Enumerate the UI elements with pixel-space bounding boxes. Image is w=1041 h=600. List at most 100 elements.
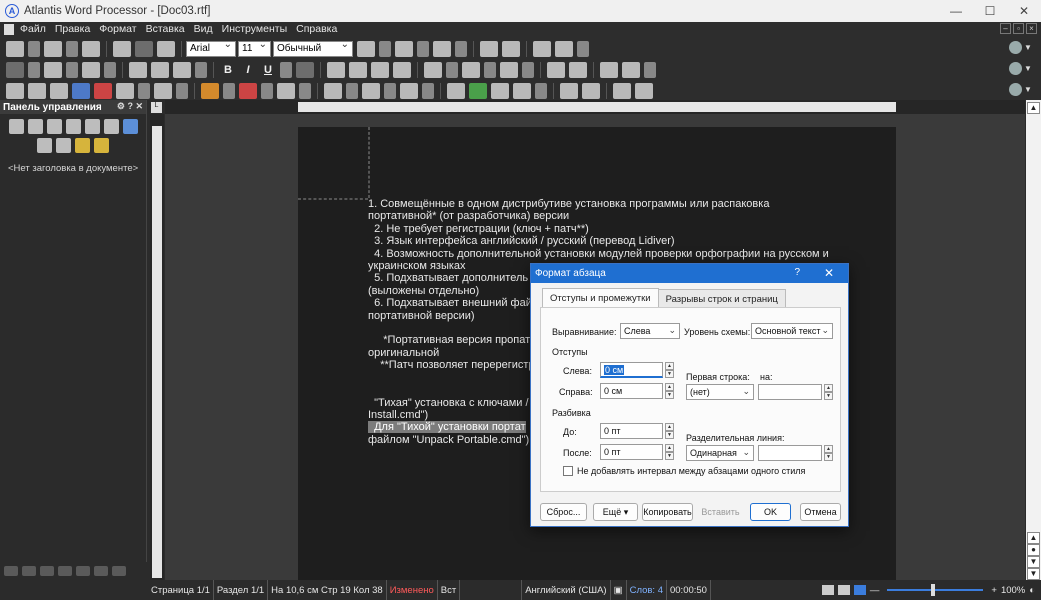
email-icon[interactable] <box>82 61 100 78</box>
dropdown-arrow-icon[interactable] <box>346 82 358 99</box>
multilevel-list-icon[interactable] <box>400 82 418 99</box>
page-layout-view-icon[interactable] <box>853 585 866 595</box>
page-layout-icon[interactable] <box>547 61 565 78</box>
line-spacing-select[interactable]: Одинарная ⌄ <box>686 445 754 461</box>
scroll-up-icon[interactable]: ▲ <box>1027 102 1040 114</box>
spin-down-icon[interactable]: ▼ <box>824 392 833 400</box>
contrast-icon[interactable]: ◐ <box>1029 585 1035 596</box>
line-spacing-at-stepper[interactable]: ▲ ▼ <box>824 445 833 461</box>
left-indent-stepper[interactable]: ▲ ▼ <box>665 362 674 378</box>
favorites-star-icon[interactable] <box>6 61 24 78</box>
hyphenation-icon[interactable] <box>600 61 618 78</box>
control-panel-controls[interactable]: ⚙ ? ✕ <box>117 101 143 112</box>
autocorrect-icon[interactable] <box>555 40 573 57</box>
dropdown-arrow-icon[interactable]: ▼ <box>1024 64 1032 73</box>
grid-icon[interactable] <box>513 82 531 99</box>
dropdown-arrow-icon[interactable] <box>455 40 467 57</box>
text-lines-icon[interactable] <box>37 138 52 153</box>
dropdown-arrow-icon[interactable] <box>66 40 78 57</box>
open-folder-icon[interactable] <box>44 40 62 57</box>
first-line-by-field[interactable]: ▲ ▼ <box>758 384 833 400</box>
align-left-icon[interactable] <box>327 61 345 78</box>
underline-button[interactable]: U <box>260 64 276 76</box>
zoom-level[interactable]: 100% <box>1001 585 1025 596</box>
normal-view-icon[interactable] <box>821 585 834 595</box>
spin-down-icon[interactable]: ▼ <box>665 452 674 460</box>
paragraph-mark-icon[interactable] <box>84 119 100 134</box>
demote-icon[interactable] <box>58 566 72 576</box>
spellcheck-icon[interactable] <box>533 40 551 57</box>
font-name-select[interactable]: Arial <box>186 39 236 57</box>
menu-file[interactable]: Файл <box>20 23 46 35</box>
first-line-select[interactable]: (нет) ⌄ <box>686 384 754 400</box>
align-center-icon[interactable] <box>349 61 367 78</box>
page-thumbnails-icon[interactable] <box>65 119 81 134</box>
column-break-icon[interactable] <box>582 82 600 99</box>
list-view-icon[interactable] <box>103 119 119 134</box>
help-circle-icon[interactable] <box>1009 40 1022 54</box>
strikethrough-icon[interactable] <box>296 61 314 78</box>
spellcheck-status-icon[interactable]: ▣ <box>611 580 627 600</box>
dialog-close-button[interactable]: ✕ <box>824 266 834 280</box>
back-arrow-icon[interactable] <box>4 566 18 576</box>
dropdown-arrow-icon[interactable] <box>138 82 150 99</box>
books-icon[interactable] <box>94 138 109 153</box>
menu-view[interactable]: Вид <box>194 23 213 35</box>
line-spacing-icon[interactable] <box>154 82 172 99</box>
select-browse-object-icon[interactable]: ● <box>1027 544 1040 556</box>
right-indent-field[interactable]: 0 см ▲ ▼ <box>600 383 674 399</box>
document-icon[interactable] <box>4 23 14 35</box>
settings-gear-icon[interactable] <box>1009 61 1022 75</box>
web-icon[interactable] <box>72 82 90 99</box>
checkbox-box[interactable] <box>563 466 573 476</box>
undo-icon[interactable] <box>113 40 131 57</box>
dropdown-arrow-icon[interactable] <box>379 40 391 57</box>
align-justify-icon[interactable] <box>393 61 411 78</box>
spin-up-icon[interactable]: ▲ <box>665 444 674 452</box>
print-preview-icon[interactable] <box>28 82 46 99</box>
horizontal-ruler[interactable] <box>165 100 1025 114</box>
ok-button[interactable]: OK <box>750 503 791 521</box>
eraser-icon[interactable] <box>94 82 112 99</box>
upload-icon[interactable] <box>613 82 631 99</box>
dropdown-arrow-icon[interactable] <box>522 61 534 78</box>
zoom-in-icon[interactable] <box>122 119 138 134</box>
no-space-same-style-checkbox[interactable]: Не добавлять интервал между абзацами одн… <box>563 466 805 476</box>
forward-arrow-icon[interactable] <box>22 566 36 576</box>
shading-icon[interactable] <box>500 61 518 78</box>
outline-icon[interactable] <box>112 566 126 576</box>
dropdown-arrow-icon[interactable] <box>577 40 589 57</box>
superscript-icon[interactable] <box>447 82 465 99</box>
spin-up-icon[interactable]: ▲ <box>824 445 833 453</box>
line-spacing-at-field[interactable]: ▲ ▼ <box>758 445 833 461</box>
left-indent-field[interactable]: 0 см ▲ ▼ <box>600 362 674 378</box>
columns-icon[interactable] <box>569 61 587 78</box>
document-map-icon[interactable] <box>27 119 43 134</box>
collapse-icon[interactable] <box>76 566 90 576</box>
dropdown-arrow-icon[interactable] <box>484 61 496 78</box>
dropdown-arrow-icon[interactable]: ▼ <box>1024 43 1032 52</box>
find-icon[interactable] <box>56 138 71 153</box>
left-indent-input[interactable]: 0 см <box>600 362 663 378</box>
save-icon[interactable] <box>82 40 100 57</box>
align-right-icon[interactable] <box>371 61 389 78</box>
line-spacing-at-input[interactable] <box>758 445 822 461</box>
first-line-by-input[interactable] <box>758 384 822 400</box>
symbol-omega-icon[interactable] <box>357 40 375 57</box>
menu-insert[interactable]: Вставка <box>146 23 185 35</box>
border-icon[interactable] <box>462 61 480 78</box>
page-up-icon[interactable]: ▲ <box>1027 532 1040 544</box>
outline-level-select[interactable]: Основной текст ⌄ <box>751 323 833 339</box>
numbering-icon[interactable] <box>362 82 380 99</box>
zoom-in-icon[interactable]: + <box>991 585 997 596</box>
help-tool[interactable]: ▼ <box>1009 39 1037 55</box>
outline-view-icon[interactable] <box>8 119 24 134</box>
page-break-icon[interactable] <box>560 82 578 99</box>
space-after-stepper[interactable]: ▲ ▼ <box>665 444 674 460</box>
paragraph-icon[interactable] <box>424 61 442 78</box>
selected-text[interactable]: Для "Тихой" установки портат <box>368 421 526 434</box>
dropdown-arrow-icon[interactable] <box>446 61 458 78</box>
dropdown-arrow-icon[interactable] <box>261 82 273 99</box>
new-document-icon[interactable] <box>6 40 24 57</box>
bookmark-icon[interactable] <box>75 138 90 153</box>
